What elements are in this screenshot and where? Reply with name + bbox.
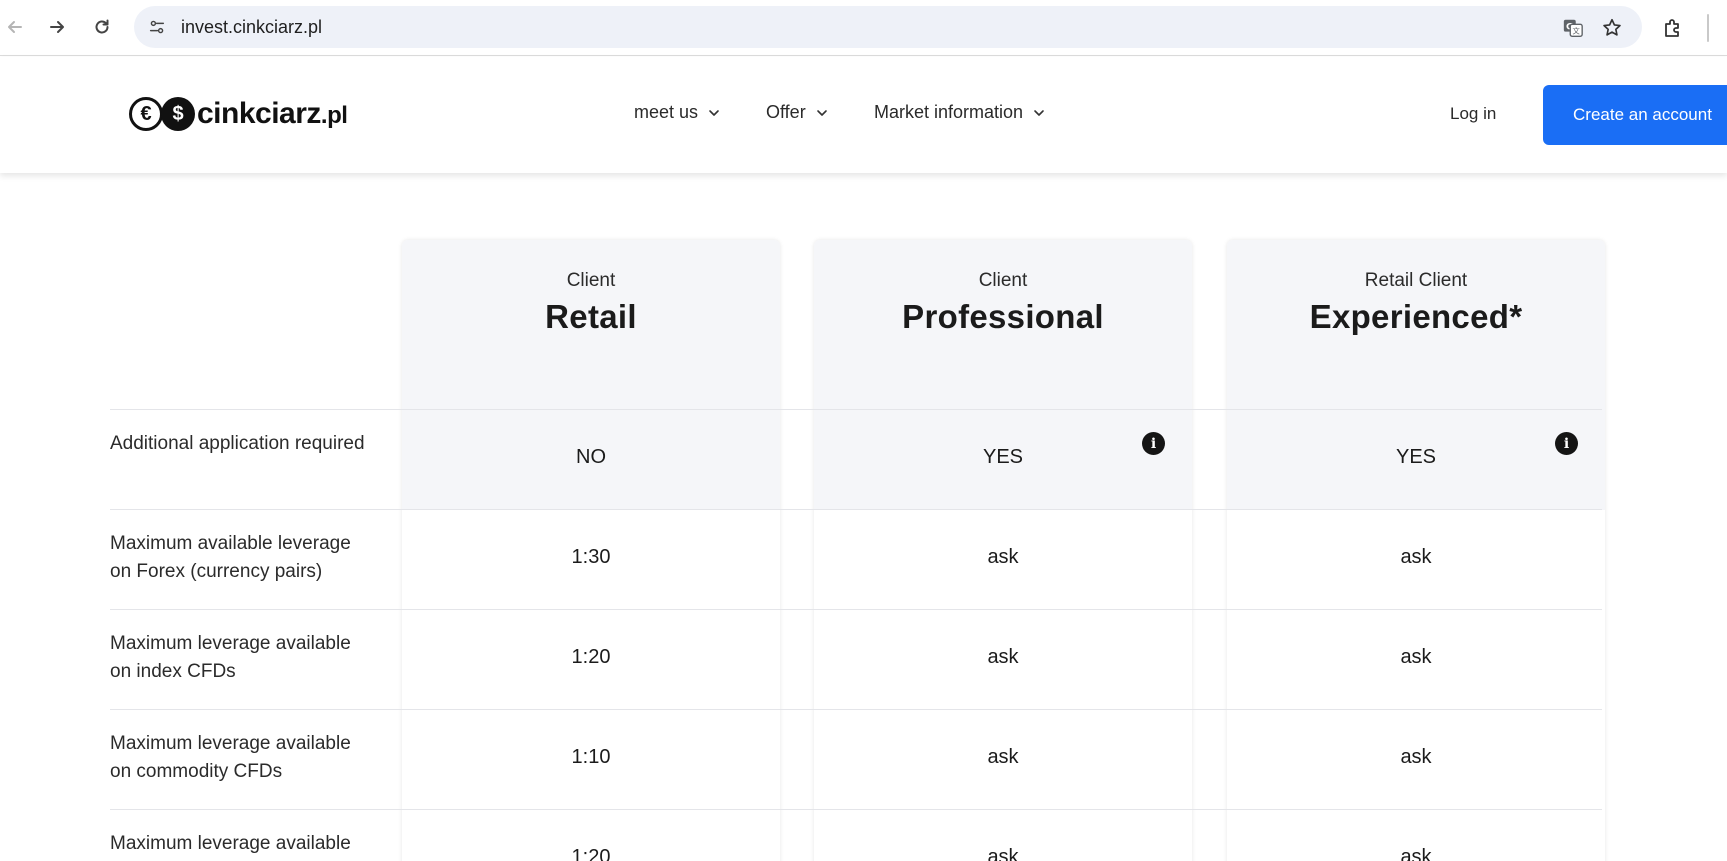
column-header: Client Professional bbox=[814, 270, 1192, 336]
chevron-down-icon bbox=[816, 109, 827, 116]
row-divider bbox=[110, 509, 1602, 510]
column-title: Professional bbox=[902, 298, 1104, 335]
column-header: Retail Client Experienced* bbox=[1227, 270, 1605, 336]
svg-text:文: 文 bbox=[1573, 27, 1581, 36]
column-subtitle: Retail Client bbox=[1364, 270, 1468, 291]
cinkciarz-logo[interactable]: € $ cinkciarz.pl bbox=[129, 95, 348, 133]
column-title: Retail bbox=[545, 298, 637, 335]
nav-meet-us-label: meet us bbox=[634, 102, 699, 122]
table-cell: 1:20 bbox=[571, 846, 611, 861]
row-label: Maximum available leverage on Forex (cur… bbox=[110, 533, 351, 582]
nav-market-information[interactable]: Market information bbox=[874, 102, 1045, 123]
table-cell: 1:20 bbox=[571, 646, 611, 668]
site-info-icon[interactable] bbox=[146, 16, 168, 38]
row-divider bbox=[110, 709, 1602, 710]
column-title: Experienced* bbox=[1309, 298, 1523, 335]
table-cell: ask bbox=[1400, 846, 1432, 861]
extensions-icon[interactable] bbox=[1660, 15, 1686, 41]
back-arrow-icon[interactable] bbox=[0, 12, 30, 42]
login-link[interactable]: Log in bbox=[1450, 104, 1496, 124]
logo-tld: .pl bbox=[320, 102, 348, 129]
table-cell: ask bbox=[987, 646, 1019, 668]
logo-name: cinkciarz bbox=[197, 97, 321, 130]
row-label: Maximum leverage available on commodity … bbox=[110, 733, 351, 782]
info-icon[interactable]: i bbox=[1555, 432, 1578, 455]
table-cell: ask bbox=[1400, 646, 1432, 668]
chevron-down-icon bbox=[709, 109, 719, 116]
logo-wordmark: cinkciarz.pl bbox=[197, 97, 348, 131]
table-cell: ask bbox=[987, 846, 1019, 861]
table-cell: 1:10 bbox=[571, 746, 611, 768]
row-divider bbox=[110, 609, 1602, 610]
nav-meet-us[interactable]: meet us bbox=[634, 102, 720, 123]
table-cell: ask bbox=[1400, 546, 1432, 568]
row-divider bbox=[110, 409, 1602, 410]
column-header: Client Retail bbox=[402, 270, 780, 336]
table-cell: ask bbox=[987, 746, 1019, 768]
toolbar-divider bbox=[1707, 14, 1709, 42]
table-cell: YES bbox=[982, 446, 1024, 468]
row-divider bbox=[110, 809, 1602, 810]
info-icon[interactable]: i bbox=[1142, 432, 1165, 455]
dollar-coin-icon: $ bbox=[161, 97, 195, 131]
forward-arrow-icon[interactable] bbox=[42, 12, 72, 42]
nav-offer-label: Offer bbox=[766, 102, 806, 122]
site-header: € $ cinkciarz.pl meet us Offer Market in… bbox=[0, 57, 1727, 173]
row-label: Maximum leverage available bbox=[110, 833, 351, 854]
nav-offer[interactable]: Offer bbox=[766, 102, 828, 123]
table-cell: ask bbox=[987, 546, 1019, 568]
address-bar[interactable]: invest.cinkciarz.pl G 文 bbox=[134, 6, 1642, 48]
translate-icon[interactable]: G 文 bbox=[1561, 16, 1585, 40]
chevron-down-icon bbox=[1034, 109, 1044, 116]
column-subtitle: Client bbox=[566, 270, 616, 291]
url-text[interactable]: invest.cinkciarz.pl bbox=[181, 17, 322, 38]
table-cell: NO bbox=[576, 446, 606, 468]
bookmark-star-icon[interactable] bbox=[1600, 16, 1624, 40]
row-label: Maximum leverage available on index CFDs bbox=[110, 633, 351, 682]
nav-market-information-label: Market information bbox=[874, 102, 1024, 122]
table-cell: YES bbox=[1395, 446, 1437, 468]
create-account-button[interactable]: Create an account bbox=[1543, 85, 1727, 145]
column-subtitle: Client bbox=[978, 270, 1028, 291]
table-cell: 1:30 bbox=[571, 546, 611, 568]
row-label: Additional application required bbox=[110, 433, 365, 454]
table-cell: ask bbox=[1400, 746, 1432, 768]
reload-icon[interactable] bbox=[87, 12, 117, 42]
browser-toolbar: invest.cinkciarz.pl G 文 bbox=[0, 0, 1727, 56]
euro-coin-icon: € bbox=[129, 97, 163, 131]
